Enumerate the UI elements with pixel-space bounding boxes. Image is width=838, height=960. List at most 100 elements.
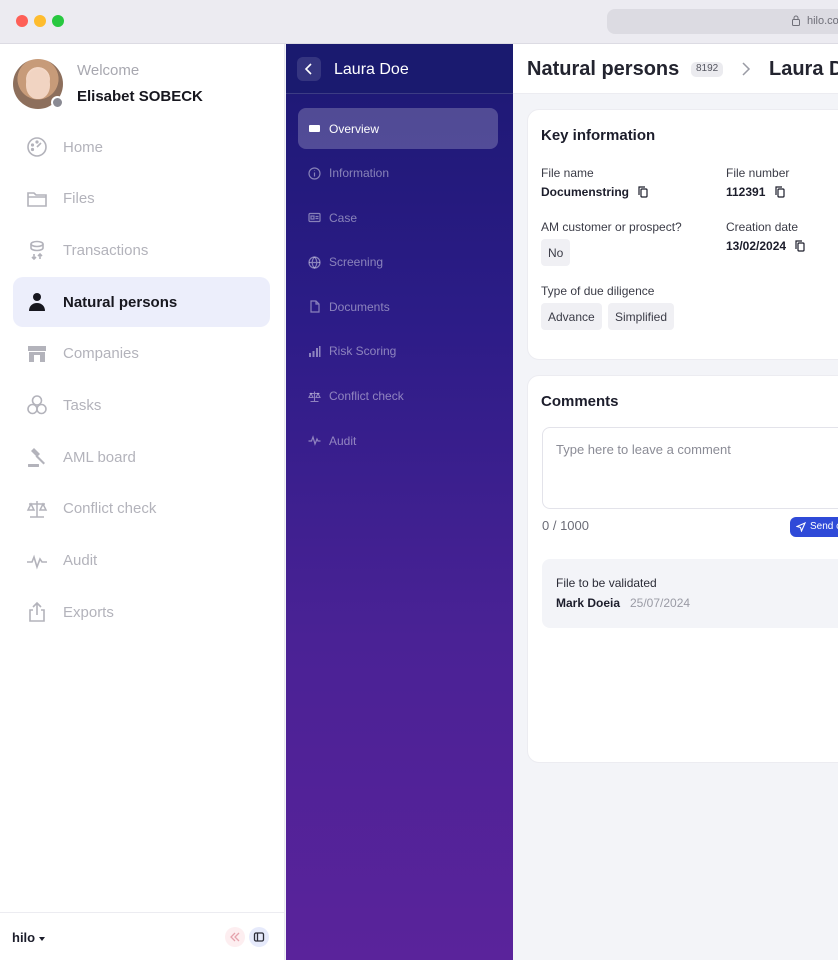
tab-label: Conflict check [329, 389, 404, 404]
file-number-label: File number [726, 166, 790, 180]
sidebar-item-label: Conflict check [63, 500, 157, 518]
sidebar-item-label: Exports [63, 603, 114, 621]
chevron-right-icon [742, 62, 751, 76]
sidebar-item-label: Files [63, 190, 95, 208]
sidebar: Welcome Elisabet SOBECK Home Files Trans… [0, 44, 285, 960]
lock-icon [792, 15, 800, 26]
tab-overview[interactable]: Overview [298, 108, 498, 149]
creation-date-text: 13/02/2024 [726, 239, 787, 253]
sidebar-item-companies[interactable]: Companies [13, 329, 270, 379]
sidebar-item-home[interactable]: Home [13, 122, 270, 172]
sidebar-footer: hilo [0, 912, 284, 960]
chevron-down-icon[interactable] [39, 937, 45, 941]
comment-history-item[interactable]: File to be validated Mark Doeia 25/07/20… [542, 559, 838, 628]
sidebar-item-conflict-check[interactable]: Conflict check [13, 484, 270, 534]
scale-icon [308, 391, 321, 402]
sidebar-item-exports[interactable]: Exports [13, 587, 270, 637]
history-author: Mark Doeia [556, 596, 621, 610]
tab-documents[interactable]: Documents [298, 286, 498, 327]
record-subnav: Laura Doe Overview Information Case Scre… [286, 44, 513, 960]
tab-label: Overview [329, 121, 380, 136]
id-card-icon [308, 213, 321, 223]
copy-icon[interactable] [638, 186, 648, 198]
file-name-text: Documenstring [541, 185, 630, 199]
pulse-icon [27, 554, 47, 570]
coins-icon [30, 241, 44, 261]
gavel-icon [28, 448, 45, 468]
export-icon [29, 602, 45, 622]
tab-label: Risk Scoring [329, 344, 397, 359]
info-icon [308, 166, 321, 180]
tab-audit[interactable]: Audit [298, 420, 498, 461]
send-comment-button[interactable]: Send c [790, 517, 838, 537]
address-bar[interactable]: hilo.co [607, 9, 838, 34]
avatar-face [26, 69, 50, 99]
back-button[interactable] [297, 57, 321, 81]
welcome-text: Welcome [77, 62, 140, 79]
due-diligence-tag: Advance [541, 303, 602, 330]
tab-case[interactable]: Case [298, 197, 498, 238]
browser-chrome: hilo.co [0, 0, 838, 44]
comment-input[interactable]: Type here to leave a comment [542, 427, 838, 509]
main-nav: Home Files Transactions Natural persons … [13, 122, 270, 639]
tab-label: Case [329, 210, 358, 225]
comments-card: Comments Type here to leave a comment 0 … [527, 375, 838, 763]
maximize-window-button[interactable] [52, 15, 64, 27]
url-text: hilo.co [807, 15, 838, 27]
sidebar-layout-icon [253, 932, 265, 942]
due-diligence-label: Type of due diligence [541, 284, 655, 298]
chevron-left-icon [304, 63, 312, 75]
creation-date-value: 13/02/2024 [726, 239, 806, 253]
record-name: Laura Doe [334, 61, 409, 78]
user-name: Elisabet SOBECK [77, 88, 203, 105]
store-icon [28, 345, 46, 362]
send-label: Send c [810, 521, 838, 532]
avatar[interactable] [13, 59, 64, 109]
scale-icon [26, 500, 48, 518]
tab-label: Screening [329, 255, 384, 270]
sidebar-item-audit[interactable]: Audit [13, 536, 270, 586]
card-title: Comments [541, 393, 619, 410]
minimize-window-button[interactable] [34, 15, 46, 27]
sidebar-item-label: AML board [63, 448, 136, 466]
breadcrumb: Natural persons 8192 Laura D [513, 44, 838, 94]
breadcrumb-section[interactable]: Natural persons [527, 58, 679, 81]
sidebar-item-tasks[interactable]: Tasks [13, 380, 270, 430]
dashboard-icon [27, 137, 47, 157]
file-number-text: 112391 [726, 185, 766, 199]
circles-icon [27, 395, 47, 415]
file-name-label: File name [541, 166, 594, 180]
copy-icon[interactable] [795, 240, 806, 252]
folder-icon [27, 191, 47, 207]
tab-information[interactable]: Information [298, 153, 498, 194]
card-title: Key information [541, 127, 656, 144]
breadcrumb-current: Laura D [769, 58, 838, 80]
tab-conflict-check[interactable]: Conflict check [298, 376, 498, 417]
pulse-icon [308, 435, 321, 447]
double-chevron-left-icon [230, 932, 240, 942]
sidebar-item-natural-persons[interactable]: Natural persons [13, 277, 270, 328]
sidebar-item-aml-board[interactable]: AML board [13, 432, 270, 482]
am-customer-value: No [541, 239, 571, 266]
tab-label: Documents [329, 299, 390, 314]
monitor-icon [309, 125, 320, 132]
count-badge: 8192 [691, 62, 724, 77]
globe-icon [308, 256, 321, 269]
tab-label: Information [329, 166, 390, 181]
sidebar-item-label: Natural persons [63, 293, 178, 311]
brand-switcher[interactable]: hilo [12, 930, 35, 945]
sidebar-item-label: Home [63, 138, 104, 156]
file-number-value: 112391 [726, 185, 785, 199]
layout-toggle-button[interactable] [249, 927, 269, 947]
bar-chart-icon [309, 345, 321, 357]
tab-screening[interactable]: Screening [298, 242, 498, 283]
send-icon [796, 522, 806, 532]
sidebar-item-files[interactable]: Files [13, 174, 270, 224]
close-window-button[interactable] [16, 15, 28, 27]
sidebar-item-label: Transactions [63, 241, 149, 259]
sidebar-item-transactions[interactable]: Transactions [13, 225, 270, 275]
collapse-sidebar-button[interactable] [225, 927, 245, 947]
tab-label: Audit [329, 433, 357, 448]
copy-icon[interactable] [775, 186, 785, 198]
tab-risk-scoring[interactable]: Risk Scoring [298, 331, 498, 372]
